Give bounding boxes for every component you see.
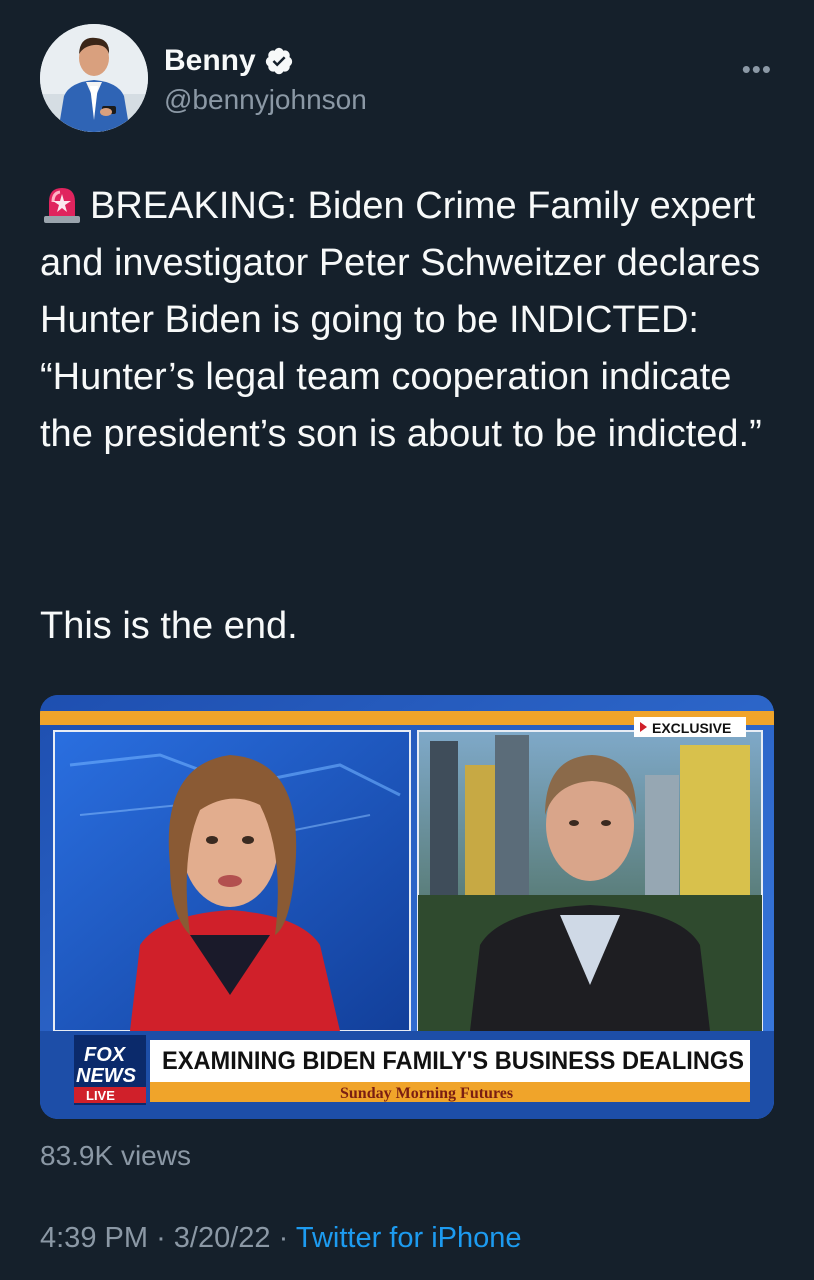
rotating-light-icon xyxy=(40,184,84,224)
avatar-image xyxy=(40,24,148,132)
verified-badge-icon xyxy=(264,46,294,76)
logo-bottom: NEWS xyxy=(76,1065,137,1087)
tweet-closing: This is the end. xyxy=(40,605,298,647)
author-name[interactable]: Benny xyxy=(164,44,256,78)
show-name: Sunday Morning Futures xyxy=(340,1085,513,1102)
more-horizontal-icon[interactable]: ••• xyxy=(742,54,772,85)
name-row: Benny xyxy=(164,44,367,78)
media-thumbnail[interactable]: EXCLUSIVE EXAMINING BIDEN FAMILY'S BUSIN… xyxy=(40,695,774,1119)
tweet-source-link[interactable]: Twitter for iPhone xyxy=(296,1222,522,1254)
meta-separator: · xyxy=(156,1222,166,1254)
logo-top: FOX xyxy=(84,1044,127,1066)
tweet-body: BREAKING: Biden Crime Family expert and … xyxy=(40,185,762,455)
chyron-headline: EXAMINING BIDEN FAMILY'S BUSINESS DEALIN… xyxy=(162,1047,744,1075)
exclusive-badge: EXCLUSIVE xyxy=(652,720,731,736)
news-broadcast-image: EXCLUSIVE EXAMINING BIDEN FAMILY'S BUSIN… xyxy=(40,695,774,1119)
tweet-meta: 4:39 PM · 3/20/22 · Twitter for iPhone xyxy=(40,1222,522,1255)
avatar[interactable] xyxy=(40,24,148,132)
tweet-time[interactable]: 4:39 PM xyxy=(40,1222,148,1254)
tweet-text: BREAKING: Biden Crime Family expert and … xyxy=(40,178,780,463)
author-block: Benny @bennyjohnson xyxy=(164,44,367,116)
view-count: 83.9K views xyxy=(40,1140,191,1171)
meta-separator: · xyxy=(278,1222,289,1254)
logo-live: LIVE xyxy=(86,1088,115,1103)
author-handle[interactable]: @bennyjohnson xyxy=(164,84,367,116)
tweet-date[interactable]: 3/20/22 xyxy=(174,1222,271,1254)
tweet-header: Benny @bennyjohnson ••• xyxy=(40,24,780,134)
